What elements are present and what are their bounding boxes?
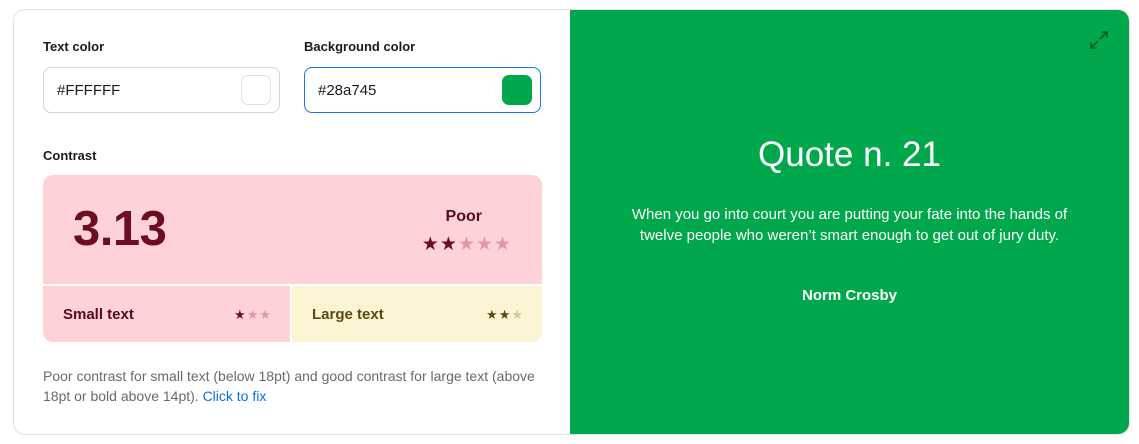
overall-stars: ★★★★★ bbox=[422, 233, 512, 256]
large-text-stars: ★★★ bbox=[486, 307, 524, 323]
text-color-value[interactable]: #FFFFFF bbox=[57, 82, 120, 99]
background-color-swatch[interactable] bbox=[502, 75, 532, 105]
click-to-fix-link[interactable]: Click to fix bbox=[203, 388, 267, 404]
star-filled-icon: ★ bbox=[234, 307, 247, 322]
star-filled-icon: ★ bbox=[486, 307, 499, 322]
large-text-result: Large text ★★★ bbox=[292, 286, 542, 342]
quote-text: When you go into court you are putting y… bbox=[631, 206, 1068, 244]
small-text-label: Small text bbox=[63, 306, 134, 323]
contrast-note: Poor contrast for small text (below 18pt… bbox=[43, 366, 543, 406]
contrast-note-text: Poor contrast for small text (below 18pt… bbox=[43, 368, 535, 404]
star-filled-icon: ★ bbox=[498, 307, 512, 322]
small-text-result: Small text ★★★ bbox=[43, 286, 290, 342]
contrast-label: Contrast bbox=[43, 148, 97, 163]
quote-author: Norm Crosby bbox=[801, 287, 898, 304]
background-color-value[interactable]: #28a745 bbox=[318, 82, 376, 99]
contrast-checker-card: Text color #FFFFFF Background color #28a… bbox=[13, 9, 1130, 435]
star-filled-icon: ★ bbox=[421, 234, 440, 255]
contrast-result: 3.13 Poor ★★★★★ Small text ★★★ Large tex… bbox=[43, 175, 542, 342]
quote-title: Quote n. 21 bbox=[758, 135, 941, 174]
ratio-panel: 3.13 Poor ★★★★★ bbox=[43, 175, 542, 284]
contrast-rating: Poor bbox=[445, 208, 482, 225]
star-empty-icon: ★ bbox=[246, 307, 260, 322]
star-empty-icon: ★ bbox=[457, 234, 476, 255]
controls-panel: Text color #FFFFFF Background color #28a… bbox=[14, 10, 570, 434]
small-text-stars: ★★★ bbox=[234, 307, 272, 323]
contrast-ratio: 3.13 bbox=[73, 202, 167, 256]
star-empty-icon: ★ bbox=[511, 307, 524, 322]
preview-panel: Quote n. 21 When you go into court you a… bbox=[570, 10, 1129, 434]
star-empty-icon: ★ bbox=[259, 307, 272, 322]
star-filled-icon: ★ bbox=[439, 234, 458, 255]
background-color-label: Background color bbox=[304, 39, 416, 54]
expand-icon[interactable] bbox=[1089, 30, 1109, 50]
star-empty-icon: ★ bbox=[493, 234, 512, 255]
background-color-input[interactable]: #28a745 bbox=[304, 67, 541, 113]
text-color-label: Text color bbox=[43, 39, 105, 54]
large-text-label: Large text bbox=[312, 306, 384, 323]
star-empty-icon: ★ bbox=[475, 234, 494, 255]
text-color-swatch[interactable] bbox=[241, 75, 271, 105]
text-color-input[interactable]: #FFFFFF bbox=[43, 67, 280, 113]
